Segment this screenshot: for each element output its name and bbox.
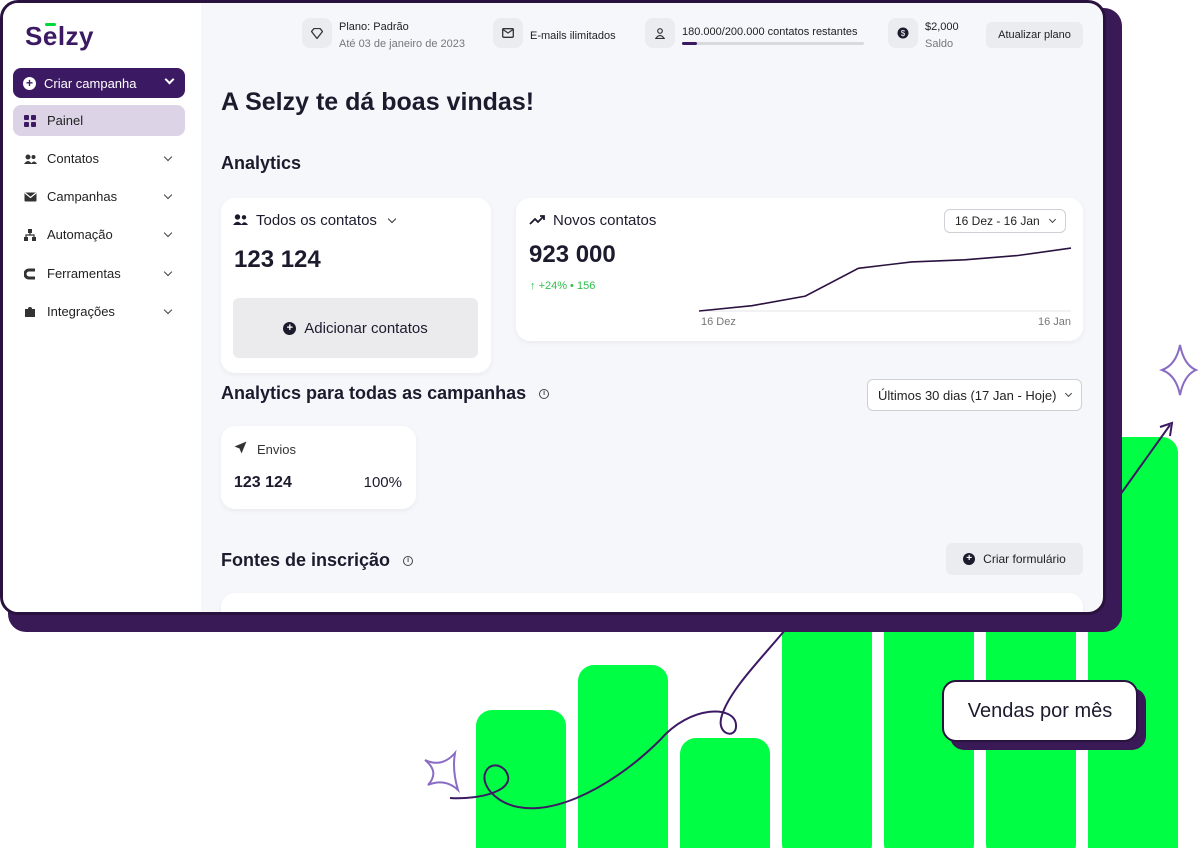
sources-title: Fontes de inscrição i xyxy=(221,550,414,571)
sidebar-item-label: Painel xyxy=(47,113,84,128)
contacts-card-title: Todos os contatos xyxy=(256,212,377,229)
diamond-icon xyxy=(302,18,332,48)
chevron-down-icon xyxy=(1065,389,1073,398)
chevron-down-icon xyxy=(163,267,173,277)
plus-circle-icon: + xyxy=(963,553,976,565)
add-contacts-button[interactable]: + Adicionar contatos xyxy=(233,298,478,358)
magnet-icon xyxy=(23,267,37,281)
new-contacts-value: 923 000 xyxy=(529,241,616,268)
new-contacts-header: Novos contatos xyxy=(529,212,656,229)
plus-circle-icon: + xyxy=(23,76,36,90)
sidebar-item-painel[interactable]: Painel xyxy=(13,105,185,136)
chevron-down-icon xyxy=(387,214,397,223)
envios-label: Envios xyxy=(257,441,297,457)
new-contacts-delta-text: +24% • 156 xyxy=(538,280,596,292)
new-contacts-delta: ↑ +24% • 156 xyxy=(530,280,595,292)
logo[interactable]: Selzy xyxy=(25,21,94,52)
sources-title-text: Fontes de inscrição xyxy=(221,550,391,570)
sidebar-item-integracoes[interactable]: Integrações xyxy=(13,296,185,327)
sidebar-item-ferramentas[interactable]: Ferramentas xyxy=(13,258,185,289)
app-window: Selzy + Criar campanha Painel Contatos C… xyxy=(0,0,1106,615)
envios-header: Envios xyxy=(234,441,296,457)
create-campaign-button[interactable]: + Criar campanha xyxy=(13,68,185,98)
flow-icon xyxy=(23,228,37,242)
swirl-line xyxy=(449,629,786,810)
arrow-line xyxy=(1119,424,1171,496)
new-contacts-title: Novos contatos xyxy=(553,212,657,229)
vendas-label: Vendas por mês xyxy=(942,680,1138,742)
sidebar-item-label: Campanhas xyxy=(47,189,118,204)
new-contacts-range-label: 16 Dez - 16 Jan xyxy=(955,214,1040,228)
mail-icon xyxy=(23,190,37,204)
sidebar-item-label: Ferramentas xyxy=(47,266,121,281)
users-icon xyxy=(233,213,248,228)
plan-until: Até 03 de janeiro de 2023 xyxy=(339,38,465,50)
envios-percent: 100% xyxy=(363,474,402,491)
contacts-progress xyxy=(682,42,864,45)
chart-series-line xyxy=(699,247,1072,312)
campaigns-analytics-title: Analytics para todas as campanhas i xyxy=(221,383,550,404)
coin-icon: $ xyxy=(888,18,918,48)
campaigns-range-select[interactable]: Últimos 30 dias (17 Jan - Hoje) xyxy=(867,379,1083,411)
sidebar-item-label: Contatos xyxy=(47,151,100,166)
sidebar: Selzy + Criar campanha Painel Contatos C… xyxy=(3,3,201,612)
chevron-down-icon xyxy=(164,74,175,85)
contacts-card: Todos os contatos 123 124 + Adicionar co… xyxy=(221,198,491,373)
new-contacts-range-select[interactable]: 16 Dez - 16 Jan xyxy=(944,209,1066,233)
sparkle-icon xyxy=(424,749,461,794)
sidebar-item-campanhas[interactable]: Campanhas xyxy=(13,181,185,212)
create-form-button[interactable]: + Criar formulário xyxy=(946,543,1083,575)
chevron-down-icon xyxy=(163,152,173,162)
sparkle-icon xyxy=(1159,344,1199,396)
plan-label: Plano: Padrão xyxy=(339,21,409,33)
svg-text:$: $ xyxy=(901,29,906,38)
mail-icon xyxy=(493,18,523,48)
chart-x-tick: 16 Dez xyxy=(701,316,736,328)
balance-value: $2,000 xyxy=(925,21,959,33)
contacts-progress-fill xyxy=(682,42,697,45)
new-contacts-line-chart xyxy=(699,247,1072,312)
trending-up-icon xyxy=(529,214,545,228)
chevron-down-icon xyxy=(163,190,173,200)
puzzle-icon xyxy=(23,305,37,319)
campaigns-analytics-title-text: Analytics para todas as campanhas xyxy=(221,383,527,403)
contacts-label: 180.000/200.000 contatos restantes xyxy=(682,26,858,38)
chart-x-tick: 16 Jan xyxy=(1038,316,1072,328)
grid-icon xyxy=(23,114,37,128)
sidebar-item-automacao[interactable]: Automação xyxy=(13,219,185,250)
users-icon xyxy=(23,152,37,166)
envios-card: Envios 123 124 100% xyxy=(221,426,416,509)
chevron-down-icon xyxy=(1048,215,1056,224)
page-title: A Selzy te dá boas vindas! xyxy=(221,88,535,116)
contacts-card-header[interactable]: Todos os contatos xyxy=(233,212,397,229)
analytics-title: Analytics xyxy=(221,153,302,173)
page: Vendas por mês Selzy + Criar campanha Pa… xyxy=(0,0,1200,848)
create-campaign-label: Criar campanha xyxy=(44,75,137,91)
envios-value: 123 124 xyxy=(234,474,292,491)
sidebar-item-label: Automação xyxy=(47,227,113,242)
sidebar-item-label: Integrações xyxy=(47,304,115,319)
arrow-up-icon: ↑ xyxy=(530,280,536,292)
sidebar-item-contatos[interactable]: Contatos xyxy=(13,143,185,174)
add-contacts-label: Adicionar contatos xyxy=(304,319,428,337)
user-icon xyxy=(645,18,675,48)
chevron-down-icon xyxy=(163,228,173,238)
new-contacts-card: Novos contatos 923 000 ↑ +24% • 156 16 D… xyxy=(516,198,1083,341)
sources-card xyxy=(221,593,1083,612)
send-icon xyxy=(234,441,247,457)
plus-circle-icon: + xyxy=(283,321,297,335)
upgrade-plan-button[interactable]: Atualizar plano xyxy=(986,22,1083,48)
create-form-label: Criar formulário xyxy=(983,552,1066,566)
emails-label: E-mails ilimitados xyxy=(530,30,616,42)
contacts-total: 123 124 xyxy=(234,246,321,273)
chevron-down-icon xyxy=(163,305,173,315)
balance-label: Saldo xyxy=(925,38,954,50)
info-icon[interactable]: i xyxy=(403,556,414,567)
campaigns-range-label: Últimos 30 dias (17 Jan - Hoje) xyxy=(878,387,1057,403)
info-icon[interactable]: i xyxy=(539,389,550,400)
